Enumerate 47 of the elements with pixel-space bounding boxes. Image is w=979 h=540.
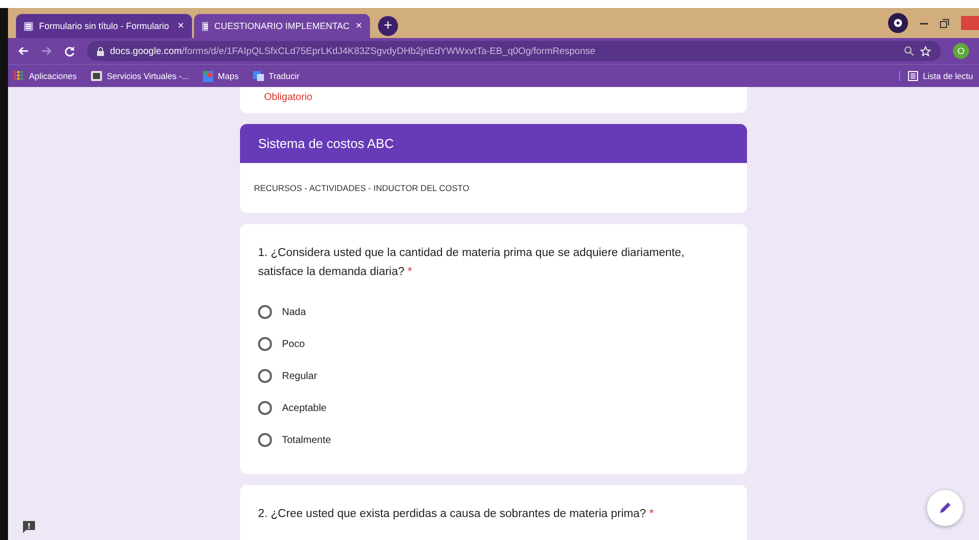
tab-title: CUESTIONARIO IMPLEMENTAC [214,21,350,31]
close-tab-button[interactable]: × [356,20,362,32]
zoom-icon[interactable] [904,46,914,56]
bookmark-link[interactable]: Traducir [252,71,300,81]
option-label: Poco [282,338,305,350]
question-text: 2. ¿Cree usted que exista perdidas a causa de sobrantes de materia prima? * [258,507,655,522]
bookmark-link[interactable]: Aplicaciones [14,71,77,81]
bookmark-link[interactable]: Servicios Virtuales -... [90,71,189,81]
back-arrow-icon[interactable] [18,46,29,56]
url-text: docs.google.com/forms/d/e/1FAIpQLSfxCLd75EprLKdJ4K83ZSgvdyDHb2jnEdYWWxvtTa-EB_q0Og/formResponse [110,46,596,56]
extension-icon[interactable] [888,13,908,33]
map-pin-icon [202,70,213,82]
forward-arrow-icon[interactable] [41,46,52,56]
translate-icon [252,71,264,81]
pencil-icon [938,501,952,515]
address-bar[interactable]: docs.google.com/forms/d/e/1FAIpQLSfxCLd75EprLKdJ4K83ZSgvdyDHb2jnEdYWWxvtTa-EB_q0Og/formResponse [87,41,941,61]
page-icon [90,71,102,81]
edit-button[interactable] [927,490,963,526]
browser-tab[interactable]: CUESTIONARIO IMPLEMENTAC × [194,14,370,38]
form-icon [24,22,33,30]
reading-list-icon [908,71,918,81]
close-tab-button[interactable]: × [178,20,184,32]
reload-icon[interactable] [64,46,75,56]
browser-tab[interactable]: Formulario sin título - Formulario × [16,14,192,38]
restore-icon[interactable] [940,18,949,28]
option-label: Totalmente [282,434,331,446]
apps-grid-icon [14,71,24,81]
section-description: RECURSOS - ACTIVIDADES - INDUCTOR DEL COSTO [253,182,470,195]
star-icon[interactable] [920,46,931,56]
required-note: Obligatorio [264,92,312,103]
form-icon [202,22,208,30]
radio-button[interactable] [258,369,272,383]
radio-button[interactable] [258,305,272,319]
option-label: Nada [282,306,306,318]
option-label: Aceptable [282,402,326,414]
radio-button[interactable] [258,401,272,415]
bookmark-link[interactable]: Maps [202,70,239,82]
radio-button[interactable] [258,337,272,351]
question-text: 1. ¿Considera usted que la cantidad de materia prima que se adquiere diariamente, satisface la demanda diaria? * [258,246,686,280]
reading-list-label[interactable]: Lista de lectu [922,71,973,81]
lock-icon [97,46,104,56]
new-tab-button[interactable]: + [378,16,398,36]
option-label: Regular [282,370,318,382]
feedback-icon[interactable] [22,520,36,534]
tab-title: Formulario sin título - Formulario [39,21,170,31]
radio-button[interactable] [258,433,272,447]
section-title: Sistema de costos ABC [240,124,747,163]
